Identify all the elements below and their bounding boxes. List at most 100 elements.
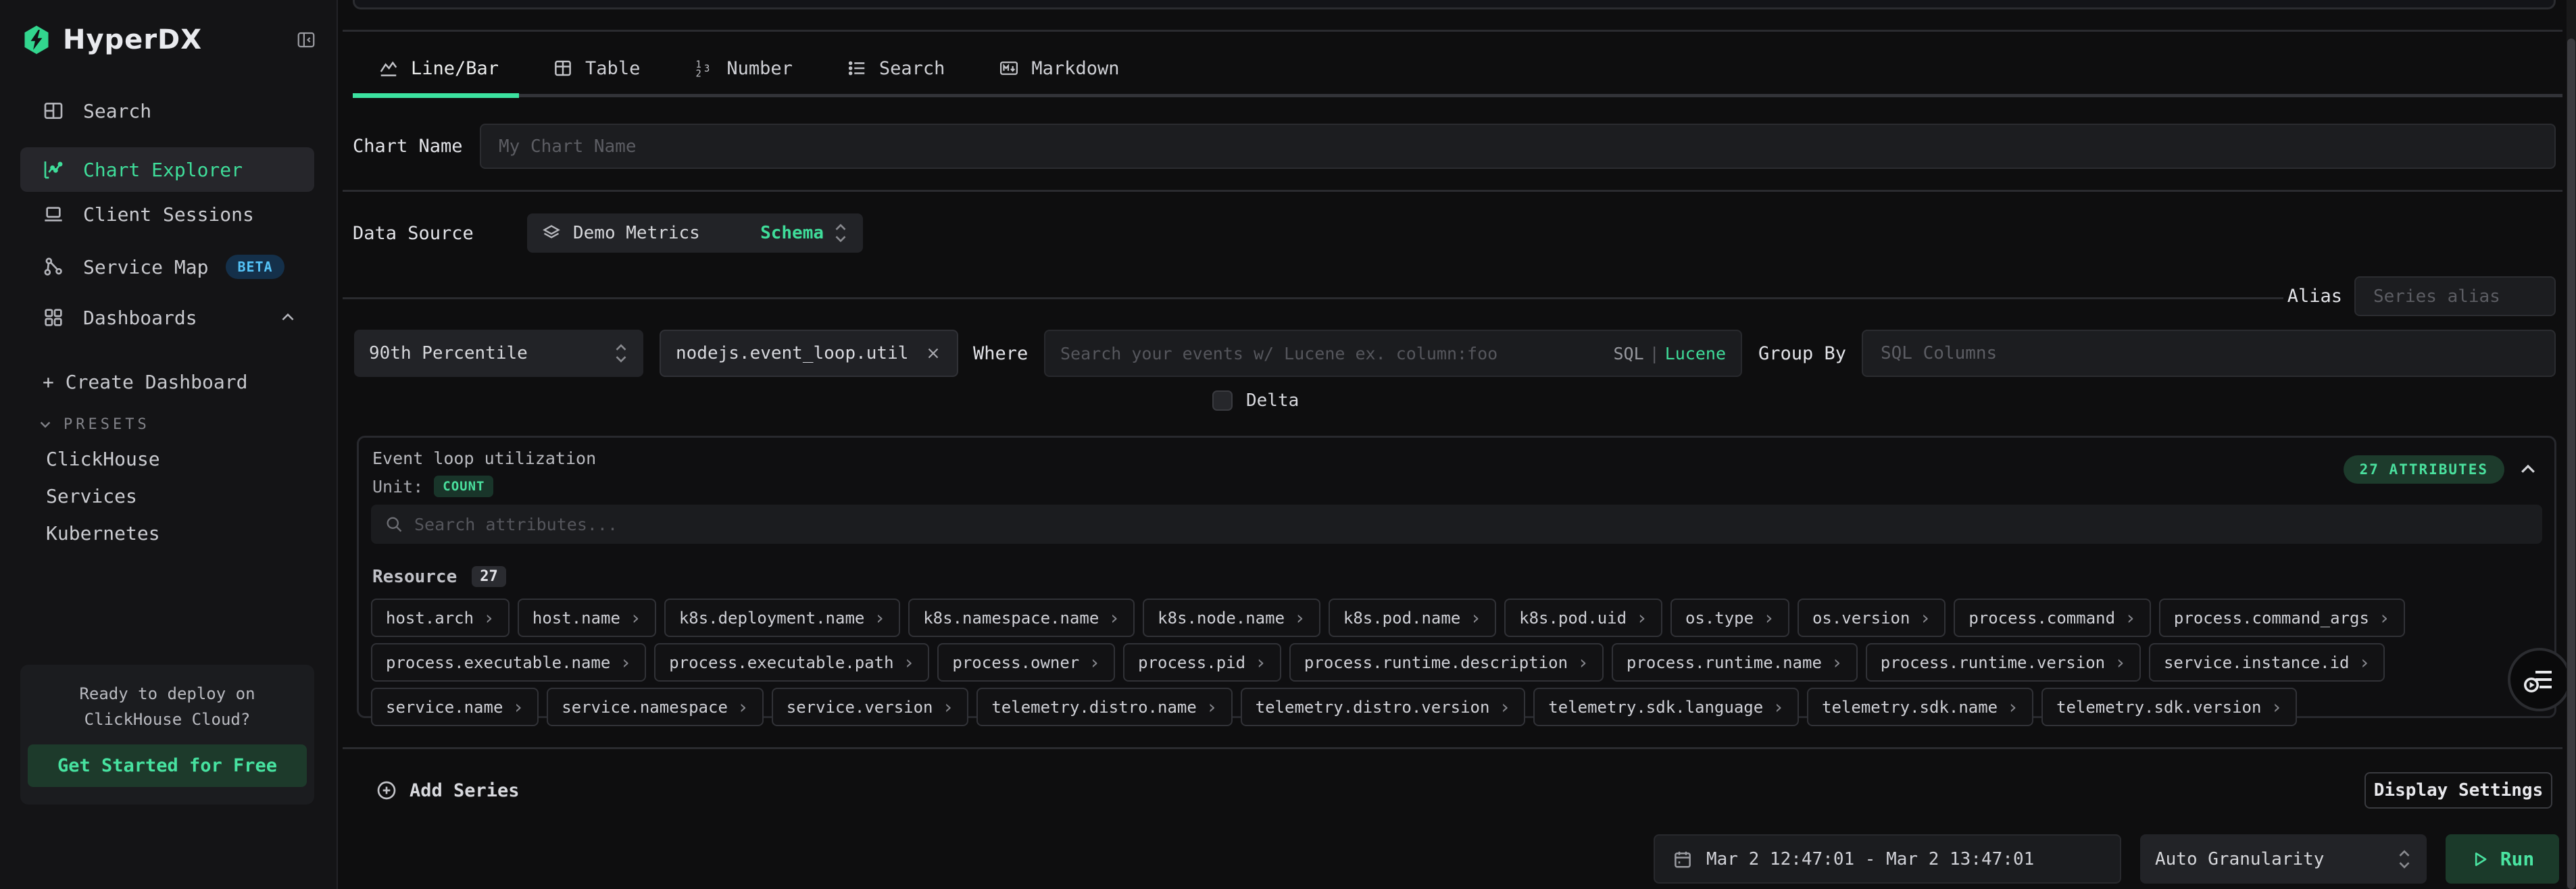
chart-name-label: Chart Name — [353, 136, 463, 157]
collapse-panel-icon[interactable] — [2518, 459, 2538, 480]
attribute-name: k8s.pod.name — [1343, 609, 1460, 628]
presets-header[interactable]: PRESETS — [38, 411, 150, 438]
attributes-count-badge: 27 ATTRIBUTES — [2344, 455, 2504, 484]
scrollbar-thumb[interactable] — [2567, 39, 2575, 889]
attribute-chip[interactable]: process.runtime.description › — [1289, 643, 1604, 682]
attribute-chip[interactable]: process.owner › — [937, 643, 1115, 682]
data-source-select[interactable]: Demo Metrics Schema — [527, 213, 863, 253]
chart-name-input[interactable] — [480, 124, 2556, 169]
attribute-chip[interactable]: service.name › — [371, 688, 539, 726]
preset-item[interactable]: Kubernetes — [46, 515, 316, 552]
tab-markdown[interactable]: Markdown — [972, 42, 1146, 95]
sidebar-item-service-map[interactable]: Service Map BETA — [20, 247, 314, 287]
tab-line-bar[interactable]: Line/Bar — [353, 42, 526, 95]
aggregation-value: 90th Percentile — [369, 343, 528, 363]
schema-toggle[interactable]: Schema — [760, 223, 824, 243]
brand-name: HyperDX — [63, 24, 202, 55]
chevron-right-icon: › — [1919, 609, 1931, 628]
attribute-name: service.namespace — [562, 698, 728, 717]
tab-number[interactable]: 1 2 3 Number — [667, 42, 820, 95]
attribute-chip[interactable]: k8s.pod.uid › — [1504, 599, 1662, 637]
lucene-option[interactable]: Lucene — [1665, 344, 1726, 363]
attribute-chip[interactable]: process.command › — [1954, 599, 2151, 637]
sidebar: HyperDX Search Chart Explorer Client Ses… — [0, 0, 338, 889]
attribute-chip[interactable]: service.version › — [772, 688, 969, 726]
attribute-name: process.command_args — [2174, 609, 2369, 628]
preset-item[interactable]: Services — [46, 478, 316, 515]
sql-option[interactable]: SQL — [1613, 344, 1643, 363]
sidebar-item-search[interactable]: Search — [20, 91, 314, 131]
attribute-chip[interactable]: process.executable.name › — [371, 643, 646, 682]
delta-label: Delta — [1246, 390, 1299, 411]
attribute-search-box — [371, 505, 2542, 544]
attribute-chip[interactable]: process.runtime.version › — [1866, 643, 2141, 682]
page-scrollbar[interactable] — [2567, 0, 2576, 889]
remove-metric-icon[interactable] — [924, 345, 942, 362]
attribute-chip[interactable]: service.namespace › — [547, 688, 764, 726]
attribute-name: telemetry.distro.version — [1256, 698, 1490, 717]
chevron-right-icon: › — [1636, 609, 1648, 628]
alias-row: Alias — [2287, 276, 2556, 316]
group-by-input[interactable] — [1862, 330, 2556, 377]
attribute-chip[interactable]: telemetry.sdk.language › — [1533, 688, 1799, 726]
query-language-toggle[interactable]: SQL|Lucene — [1613, 344, 1726, 363]
run-button[interactable]: Run — [2446, 834, 2559, 884]
alias-input[interactable] — [2354, 276, 2556, 316]
where-search-input[interactable] — [1060, 344, 1605, 363]
sidebar-item-dashboards[interactable]: Dashboards — [20, 297, 314, 338]
chart-config-fab[interactable] — [2508, 648, 2571, 711]
add-series-button[interactable]: Add Series — [376, 772, 520, 809]
sidebar-item-client-sessions[interactable]: Client Sessions — [20, 194, 314, 234]
attribute-name: process.runtime.name — [1627, 653, 1822, 672]
attribute-chip[interactable]: telemetry.distro.name › — [976, 688, 1232, 726]
chevron-right-icon: › — [483, 609, 495, 628]
create-dashboard-button[interactable]: + Create Dashboard — [43, 365, 247, 399]
sidebar-item-chart-explorer[interactable]: Chart Explorer — [20, 147, 314, 192]
toggle-divider: | — [1644, 344, 1665, 363]
delta-checkbox[interactable] — [1212, 390, 1233, 411]
attribute-chip[interactable]: process.runtime.name › — [1612, 643, 1858, 682]
attribute-chip[interactable]: service.instance.id › — [2149, 643, 2385, 682]
attribute-name: process.executable.path — [669, 653, 893, 672]
tab-label: Search — [879, 58, 945, 79]
search-nav-icon — [43, 100, 64, 122]
search-icon — [385, 515, 403, 534]
attribute-chip[interactable]: process.pid › — [1123, 643, 1281, 682]
metric-chip[interactable]: nodejs.event_loop.util — [660, 330, 958, 377]
collapse-sidebar-icon[interactable] — [296, 30, 316, 50]
attribute-chip[interactable]: telemetry.sdk.name › — [1807, 688, 2033, 726]
tab-table[interactable]: Table — [526, 42, 667, 95]
attribute-chip[interactable]: k8s.pod.name › — [1329, 599, 1496, 637]
clickhouse-cloud-card: Ready to deploy on ClickHouse Cloud? Get… — [20, 665, 314, 805]
attribute-search-input[interactable] — [414, 515, 2529, 534]
preset-item[interactable]: ClickHouse — [46, 440, 316, 478]
attribute-name: telemetry.distro.name — [991, 698, 1196, 717]
chevron-right-icon: › — [512, 698, 524, 717]
granularity-select[interactable]: Auto Granularity — [2140, 834, 2427, 884]
attribute-chip[interactable]: k8s.node.name › — [1143, 599, 1320, 637]
chevron-right-icon: › — [1108, 609, 1120, 628]
aggregation-select[interactable]: 90th Percentile — [354, 330, 643, 377]
attribute-chip[interactable]: k8s.deployment.name › — [664, 599, 900, 637]
attribute-chip[interactable]: host.name › — [518, 599, 656, 637]
where-label: Where — [973, 330, 1028, 377]
metric-name: nodejs.event_loop.util — [676, 343, 908, 363]
tab-label: Table — [585, 58, 640, 79]
attribute-chip[interactable]: telemetry.distro.version › — [1241, 688, 1526, 726]
time-range-picker[interactable]: Mar 2 12:47:01 - Mar 2 13:47:01 — [1654, 834, 2121, 884]
tab-search[interactable]: Search — [820, 42, 972, 95]
attribute-chip[interactable]: process.executable.path › — [654, 643, 929, 682]
chevron-right-icon: › — [2114, 653, 2126, 672]
attribute-chip[interactable]: k8s.namespace.name › — [908, 599, 1135, 637]
attribute-chip[interactable]: os.version › — [1798, 599, 1946, 637]
divider — [343, 190, 2562, 192]
attribute-chip[interactable]: host.arch › — [371, 599, 510, 637]
attribute-name: k8s.pod.uid — [1519, 609, 1627, 628]
chevron-right-icon: › — [2271, 698, 2282, 717]
attribute-chip[interactable]: telemetry.sdk.version › — [2041, 688, 2297, 726]
attribute-chip[interactable]: os.type › — [1670, 599, 1789, 637]
display-settings-button[interactable]: Display Settings — [2364, 772, 2552, 809]
attribute-chip[interactable]: process.command_args › — [2159, 599, 2405, 637]
get-started-button[interactable]: Get Started for Free — [28, 744, 307, 787]
attribute-name: telemetry.sdk.language — [1548, 698, 1763, 717]
